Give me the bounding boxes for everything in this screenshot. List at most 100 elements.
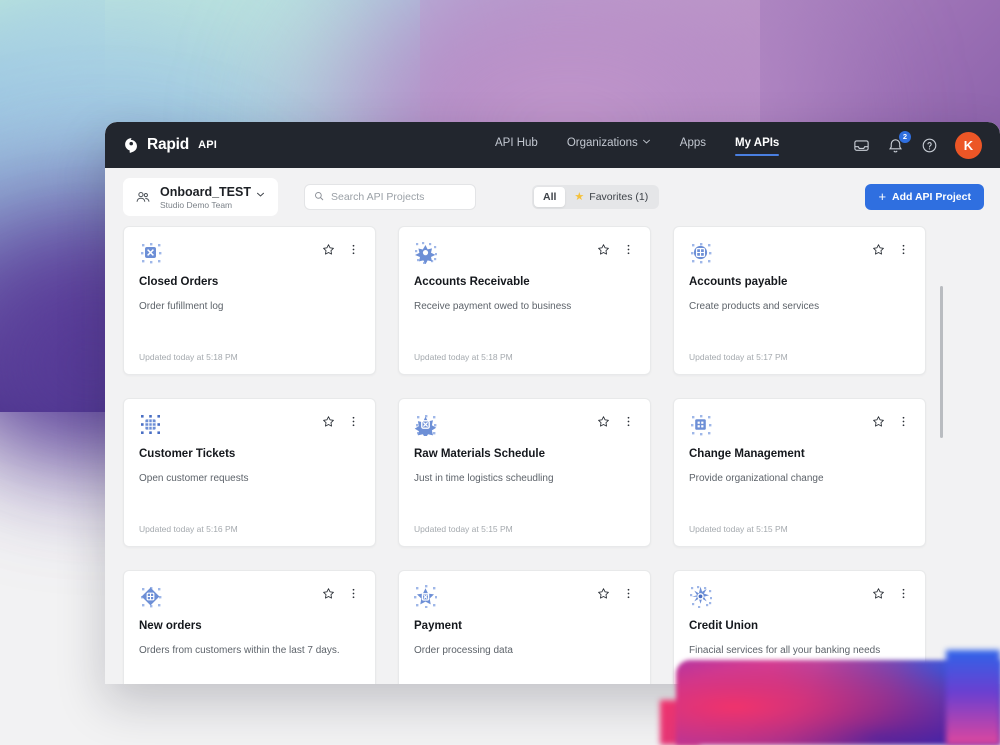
- more-options-icon[interactable]: [897, 243, 910, 256]
- card-actions: [322, 585, 360, 600]
- team-subtitle: Studio Demo Team: [160, 199, 233, 210]
- nav-link-organizations[interactable]: Organizations: [567, 137, 651, 154]
- projects-grid: Closed Orders Order fufillment log Updat…: [105, 226, 1000, 684]
- card-title: New orders: [139, 620, 202, 632]
- card-description: Receive payment owed to business: [414, 301, 572, 312]
- avatar[interactable]: K: [955, 131, 982, 159]
- card-description: Order processing data: [414, 645, 513, 656]
- filter-favorites[interactable]: ★ Favorites (1): [565, 187, 657, 207]
- inbox-icon[interactable]: [853, 137, 870, 154]
- search-icon: [314, 188, 324, 206]
- card-description: Provide organizational change: [689, 473, 824, 484]
- more-options-icon[interactable]: [622, 587, 635, 600]
- card-actions: [872, 413, 910, 428]
- project-card[interactable]: Accounts Receivable Receive payment owed…: [398, 226, 651, 375]
- card-title: Customer Tickets: [139, 448, 236, 460]
- team-name-label: Onboard_TEST: [160, 184, 251, 199]
- add-api-project-button[interactable]: + Add API Project: [865, 184, 984, 210]
- card-updated-time: Updated today at 5:18 PM: [139, 352, 238, 362]
- card-description: Orders from customers within the last 7 …: [139, 645, 340, 656]
- search-input[interactable]: [330, 191, 466, 203]
- vertical-scrollbar[interactable]: [940, 286, 943, 438]
- chip-new-orders-icon: [139, 585, 162, 608]
- nav-link-apps[interactable]: Apps: [680, 137, 706, 154]
- more-options-icon[interactable]: [622, 415, 635, 428]
- brand-name: Rapid: [147, 136, 190, 153]
- card-updated-time: Updated today at 5:15 PM: [414, 524, 513, 534]
- brand-logo[interactable]: Rapid API: [123, 136, 217, 154]
- chip-closed-orders-icon: [139, 241, 162, 264]
- favorite-star-icon[interactable]: [322, 415, 335, 428]
- nav-link-label: Apps: [679, 136, 707, 149]
- favorite-star-icon[interactable]: [872, 587, 885, 600]
- card-actions: [872, 585, 910, 600]
- team-name: Onboard_TEST: [160, 185, 264, 199]
- team-selector[interactable]: Onboard_TEST Studio Demo Team: [123, 178, 278, 216]
- card-header: [689, 241, 910, 264]
- project-card[interactable]: New orders Orders from customers within …: [123, 570, 376, 684]
- project-card[interactable]: Raw Materials Schedule Just in time logi…: [398, 398, 651, 547]
- nav-right-actions: 2 K: [853, 130, 988, 159]
- add-api-project-label: Add API Project: [892, 191, 971, 203]
- card-actions: [597, 585, 635, 600]
- card-updated-time: Updated today at 5:18 PM: [414, 352, 513, 362]
- card-header: [414, 241, 635, 265]
- project-card[interactable]: Closed Orders Order fufillment log Updat…: [123, 226, 376, 375]
- filter-segmented-control: All ★ Favorites (1): [531, 185, 660, 209]
- top-navigation-bar: Rapid API API Hub Organizations Apps My …: [105, 122, 1000, 168]
- card-actions: [597, 241, 635, 256]
- favorite-star-icon[interactable]: [872, 243, 885, 256]
- nav-link-my-apis[interactable]: My APIs: [735, 137, 780, 156]
- card-actions: [322, 413, 360, 428]
- main-content: Onboard_TEST Studio Demo Team Search API…: [105, 168, 1000, 684]
- favorite-star-icon[interactable]: [322, 243, 335, 256]
- card-header: [414, 585, 635, 609]
- card-title: Accounts payable: [689, 276, 788, 288]
- filter-all-label: All: [542, 191, 557, 203]
- projects-scroll-area[interactable]: Closed Orders Order fufillment log Updat…: [105, 226, 1000, 684]
- nav-link-label: Organizations: [566, 136, 638, 149]
- more-options-icon[interactable]: [347, 587, 360, 600]
- favorite-star-icon[interactable]: [872, 415, 885, 428]
- card-description: Open customer requests: [139, 473, 249, 484]
- card-title: Raw Materials Schedule: [414, 448, 546, 460]
- more-options-icon[interactable]: [897, 415, 910, 428]
- card-description: Just in time logistics scheudling: [414, 473, 554, 484]
- project-card[interactable]: Customer Tickets Open customer requests …: [123, 398, 376, 547]
- card-title: Closed Orders: [139, 276, 219, 288]
- nav-link-label: API Hub: [495, 136, 538, 149]
- more-options-icon[interactable]: [897, 587, 910, 600]
- help-circle-icon[interactable]: [921, 137, 938, 154]
- favorite-star-icon[interactable]: [597, 243, 610, 256]
- more-options-icon[interactable]: [622, 243, 635, 256]
- bell-icon[interactable]: 2: [887, 130, 911, 154]
- more-options-icon[interactable]: [347, 243, 360, 256]
- favorite-star-icon[interactable]: [322, 587, 335, 600]
- card-updated-time: Updated today at 5:15 PM: [689, 524, 788, 534]
- card-header: [139, 241, 360, 264]
- chip-credit-union-icon: [689, 585, 713, 609]
- filter-all[interactable]: All: [533, 187, 566, 207]
- card-header: [689, 585, 910, 609]
- chip-customer-tickets-icon: [139, 413, 162, 436]
- project-card[interactable]: Payment Order processing data: [398, 570, 651, 684]
- chevron-down-icon: [256, 188, 264, 197]
- background-gradient-bottom-right-edge: [946, 650, 1000, 745]
- search-box[interactable]: [303, 184, 476, 210]
- card-title: Change Management: [689, 448, 805, 460]
- nav-link-api-hub[interactable]: API Hub: [495, 137, 538, 154]
- people-icon: [135, 189, 151, 205]
- project-card[interactable]: Accounts payable Create products and ser…: [673, 226, 926, 375]
- card-actions: [872, 241, 910, 256]
- more-options-icon[interactable]: [347, 415, 360, 428]
- brand-suffix: API: [198, 139, 217, 151]
- filter-favorites-label: Favorites (1): [589, 191, 649, 203]
- chip-payment-icon: [414, 585, 438, 609]
- toolbar: Onboard_TEST Studio Demo Team Search API…: [105, 168, 1000, 226]
- favorite-star-icon[interactable]: [597, 587, 610, 600]
- card-header: [139, 413, 360, 436]
- project-card[interactable]: Change Management Provide organizational…: [673, 398, 926, 547]
- card-updated-time: Updated today at 5:16 PM: [139, 524, 238, 534]
- app-window: Rapid API API Hub Organizations Apps My …: [105, 122, 1000, 684]
- favorite-star-icon[interactable]: [597, 415, 610, 428]
